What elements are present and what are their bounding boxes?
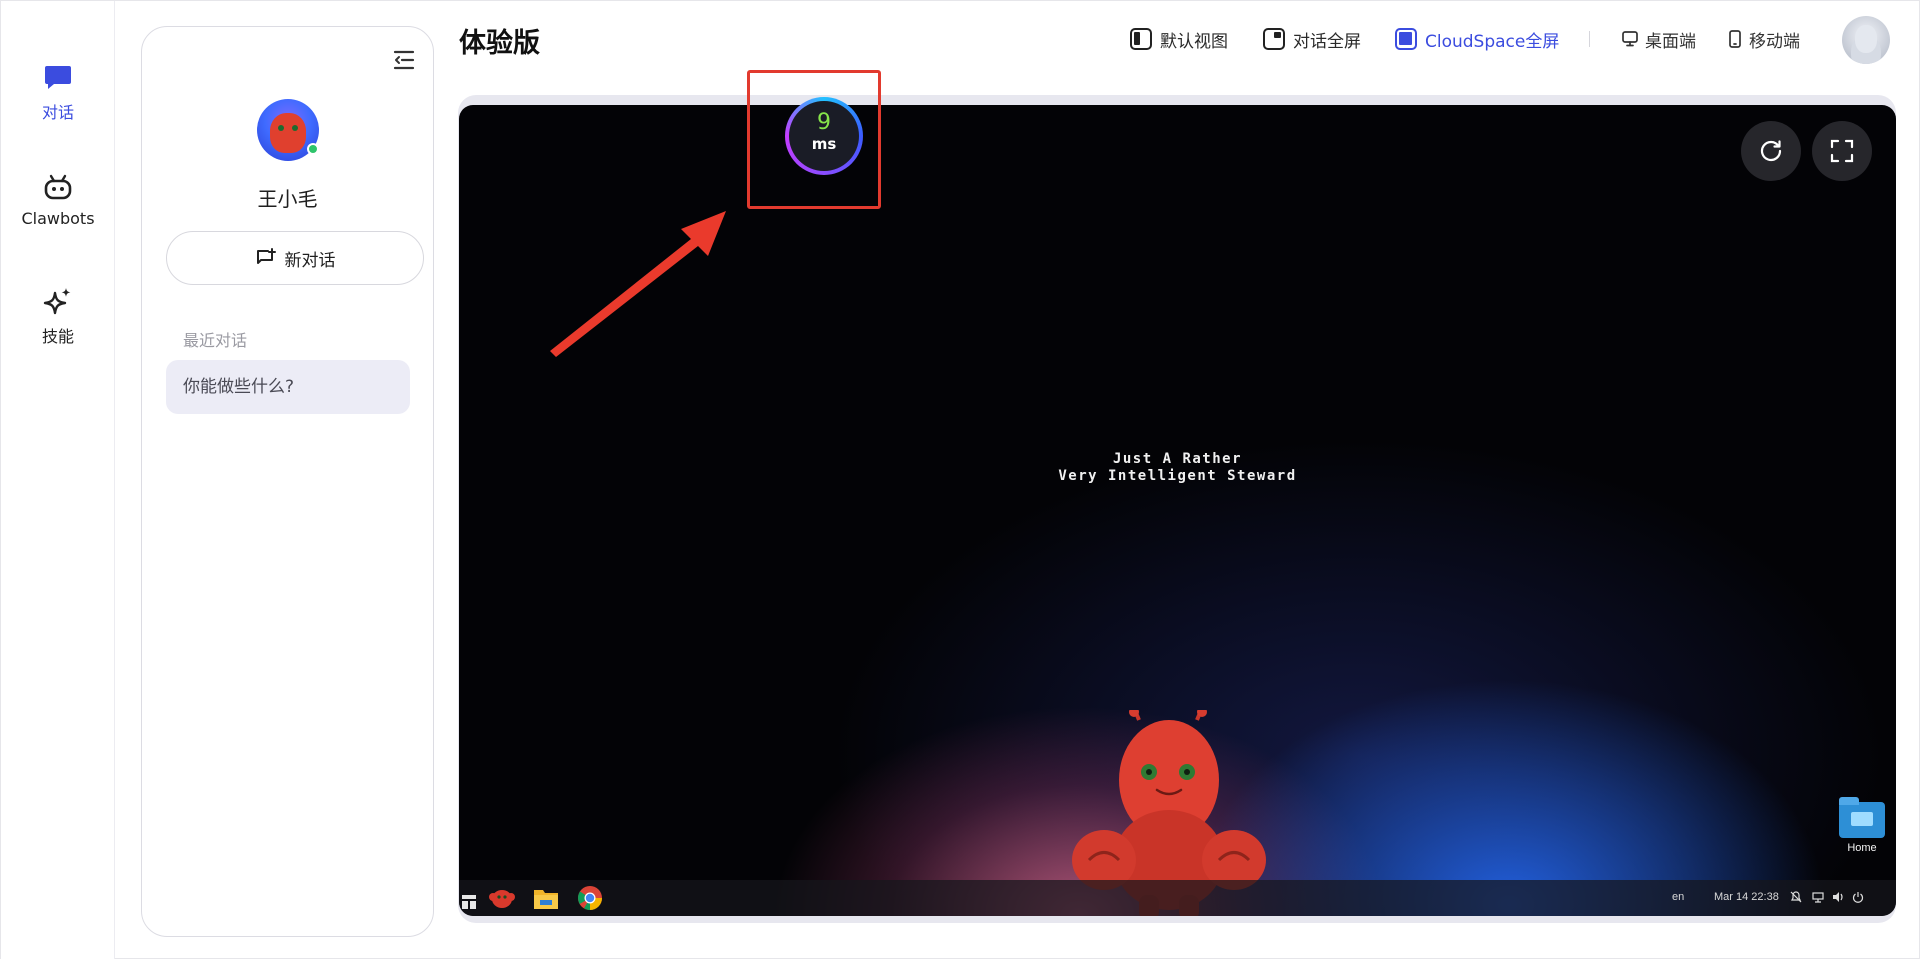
device-mobile-label: 移动端 [1749,31,1800,52]
app-window: 对话 Clawbots 技能 王小毛 新对话 最近对话 你能做些什么? 体验版 … [0,0,1920,959]
rail-item-chat[interactable]: 对话 [1,61,115,123]
user-avatar[interactable] [1842,16,1890,64]
default-view-icon [1130,28,1152,50]
view-mode-chat-fullscreen[interactable]: 对话全屏 [1263,25,1361,53]
refresh-icon [1760,140,1782,162]
tray-language[interactable]: en [1672,891,1684,903]
chat-bubble-icon [45,66,71,89]
chrome-browser-icon[interactable] [576,885,604,911]
new-chat-button[interactable]: 新对话 [166,231,424,285]
new-chat-icon [256,248,276,264]
view-mode-chat-fullscreen-label: 对话全屏 [1293,31,1361,52]
online-status-dot [307,143,319,155]
agent-name: 王小毛 [257,187,318,211]
rail-item-chat-label: 对话 [41,103,74,122]
view-mode-default-label: 默认视图 [1160,31,1228,52]
power-icon[interactable] [1851,890,1865,904]
new-chat-label: 新对话 [284,250,336,271]
bot-icon [44,174,72,200]
desktop-home-folder[interactable]: Home [1829,797,1895,854]
agent-avatar [257,99,319,161]
page-title: 体验版 [459,28,540,59]
recent-conversations-heading: 最近对话 [183,331,248,350]
monitor-icon [1622,31,1638,47]
rail-item-skills[interactable]: 技能 [1,285,115,347]
view-mode-cloudspace-fullscreen[interactable]: CloudSpace全屏 [1395,25,1559,53]
collapse-sidebar-icon[interactable] [391,47,417,73]
desktop-tagline: Just A Rather Very Intelligent Steward [459,451,1896,485]
desktop-taskbar: en Mar 14 22:38 [459,880,1896,916]
cloudspace-fullscreen-icon [1395,28,1417,50]
left-nav-rail: 对话 Clawbots 技能 [1,1,115,959]
sparkle-icon [43,288,71,315]
phone-icon [1729,30,1741,48]
desktop-tagline-line2: Very Intelligent Steward [1058,468,1297,484]
file-manager-icon[interactable] [532,885,560,911]
desktop-home-label: Home [1847,842,1877,854]
fullscreen-icon [1830,139,1854,163]
rail-item-skills-label: 技能 [41,327,74,346]
annotation-arrow-icon [550,211,726,357]
desktop-tagline-line1: Just A Rather [1112,451,1243,467]
recent-conversation-item[interactable]: 你能做些什么? [166,360,410,414]
crab-app-icon[interactable] [488,885,516,911]
device-mobile-button[interactable]: 移动端 [1727,25,1800,53]
start-menu-icon[interactable] [460,889,480,915]
notifications-muted-icon[interactable] [1789,890,1803,904]
view-mode-default[interactable]: 默认视图 [1130,25,1228,53]
folder-icon [1839,797,1885,838]
device-desktop-button[interactable]: 桌面端 [1621,25,1696,53]
refresh-button[interactable] [1741,121,1801,181]
header-divider [1589,31,1590,47]
chat-fullscreen-icon [1263,28,1285,50]
rail-item-clawbots-label: Clawbots [21,209,95,228]
volume-icon[interactable] [1831,890,1845,904]
device-desktop-label: 桌面端 [1645,31,1696,52]
tray-datetime[interactable]: Mar 14 22:38 [1714,891,1779,903]
annotation-highlight-box [747,70,881,209]
rail-item-clawbots[interactable]: Clawbots [1,171,115,228]
view-mode-cloudspace-fullscreen-label: CloudSpace全屏 [1425,31,1560,52]
conversation-sidebar: 王小毛 新对话 最近对话 你能做些什么? [141,26,434,937]
network-icon[interactable] [1811,890,1825,904]
fullscreen-button[interactable] [1812,121,1872,181]
